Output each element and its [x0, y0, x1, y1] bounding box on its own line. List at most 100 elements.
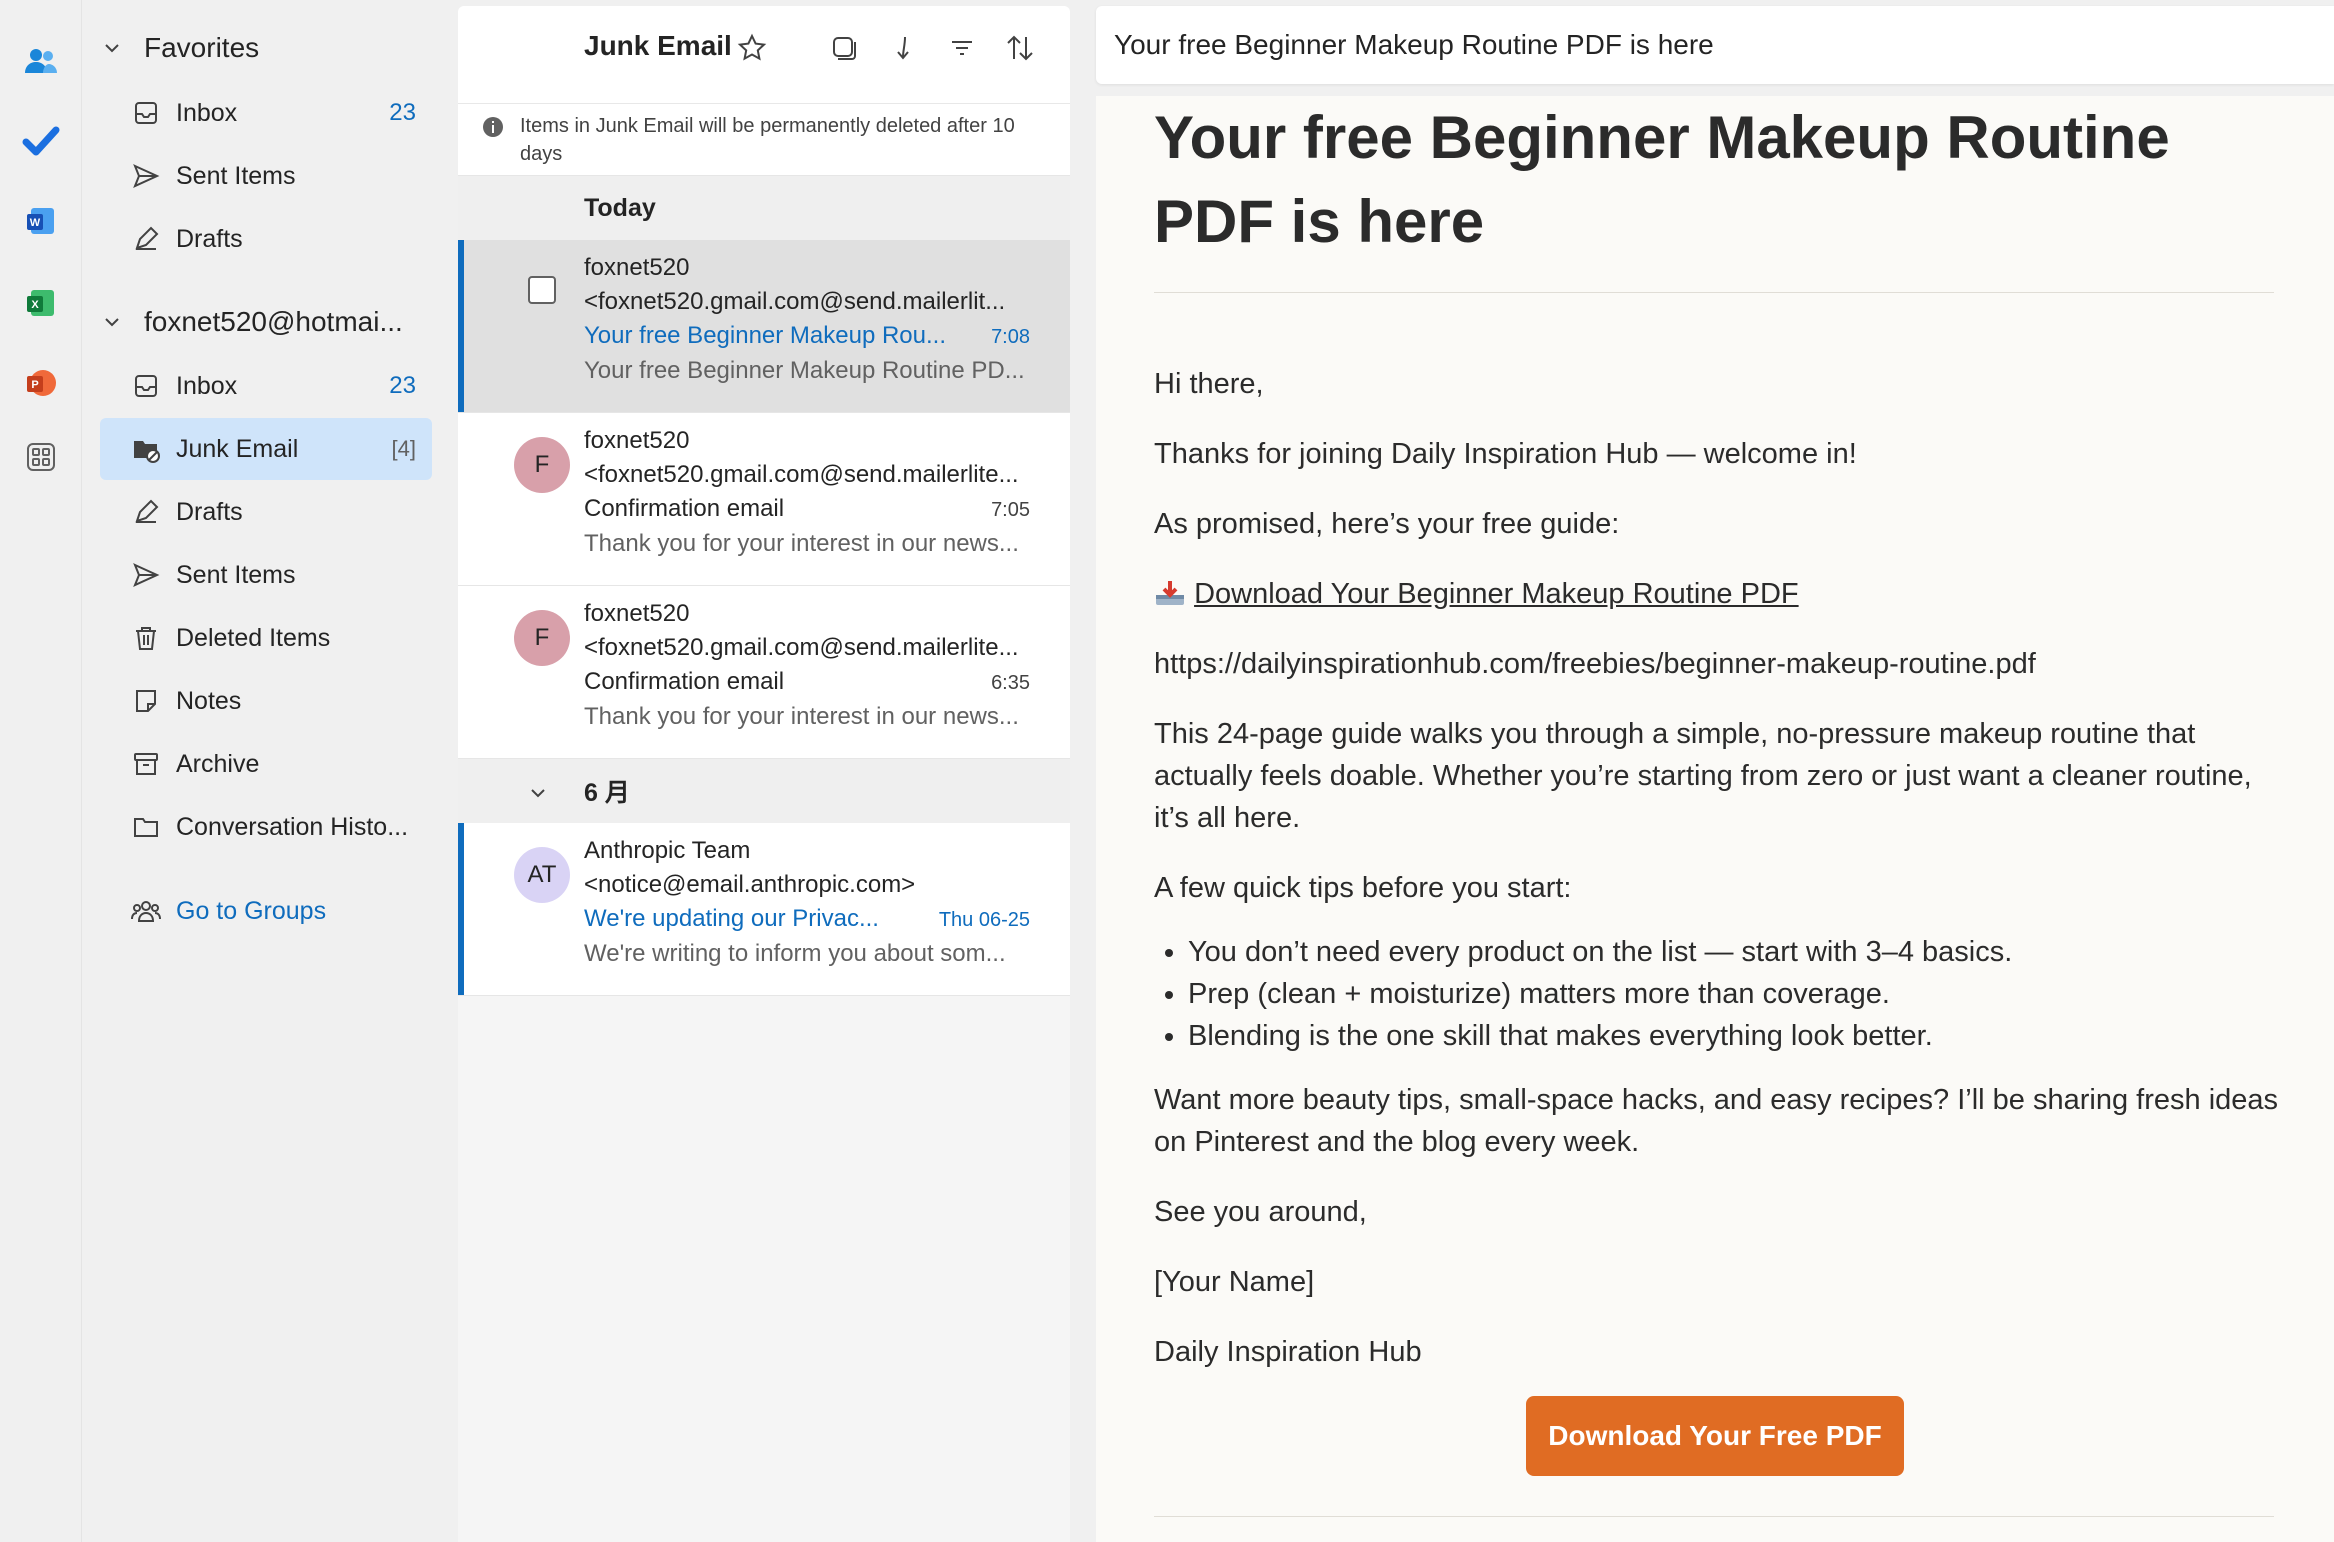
folder-pane: Favorites Inbox 23 Sent Items Drafts fox…	[82, 0, 458, 1542]
pencil-icon	[130, 223, 162, 255]
list-title: Junk Email	[584, 30, 732, 61]
avatar: AT	[514, 847, 570, 903]
folder-label: Inbox	[176, 371, 238, 400]
message-item[interactable]: AT Anthropic Team <notice@email.anthropi…	[458, 823, 1070, 996]
jump-icon[interactable]	[886, 30, 922, 66]
tip-item: You don’t need every product on the list…	[1188, 931, 2334, 973]
inbox-folder[interactable]: Inbox 23	[100, 355, 432, 417]
message-list: Junk Email Items in Junk Email will be p…	[458, 6, 1070, 1542]
info-icon	[482, 116, 504, 146]
tip-item: Prep (clean + moisturize) matters more t…	[1188, 973, 2334, 1015]
message-preview: We're writing to inform you about som...	[584, 940, 1006, 967]
notes-folder[interactable]: Notes	[100, 670, 432, 732]
tip-item: Blending is the one skill that makes eve…	[1188, 1015, 2334, 1057]
section-june[interactable]: 6 月	[458, 759, 1070, 823]
subject-title: Your free Beginner Makeup Routine PDF is…	[1114, 29, 1714, 60]
inbox-icon	[130, 97, 162, 129]
archive-folder[interactable]: Archive	[100, 733, 432, 795]
message-item[interactable]: F foxnet520 <foxnet520.gmail.com@send.ma…	[458, 586, 1070, 759]
message-time: 7:08	[991, 326, 1030, 348]
junk-folder-icon	[130, 433, 162, 465]
folder-label: Archive	[176, 749, 260, 778]
folder-label: Drafts	[176, 497, 243, 526]
section-label: 6 月	[584, 779, 630, 807]
sender-name: foxnet520	[584, 254, 690, 281]
sort-icon[interactable]	[1002, 30, 1038, 66]
filter-icon[interactable]	[944, 30, 980, 66]
signoff: See you around,	[1154, 1196, 1367, 1228]
apps-icon[interactable]	[18, 434, 64, 480]
send-icon	[130, 559, 162, 591]
fav-sent-items[interactable]: Sent Items	[100, 145, 432, 207]
message-preview: Thank you for your interest in our news.…	[584, 530, 1019, 557]
folder-label: Junk Email	[176, 434, 299, 463]
groups-link-label: Go to Groups	[176, 896, 327, 925]
account-label: foxnet520@hotmai...	[144, 306, 403, 337]
body-paragraph: Want more beauty tips, small-space hacks…	[1154, 1084, 2279, 1158]
body-paragraph: This 24-page guide walks you through a s…	[1154, 718, 2252, 834]
section-today: Today	[458, 176, 1070, 240]
folder-label: Conversation Histo...	[176, 812, 409, 841]
svg-text:W: W	[30, 217, 41, 229]
message-time: 6:35	[991, 672, 1030, 694]
sender-name: foxnet520	[584, 427, 690, 454]
trash-icon	[130, 622, 162, 654]
message-time: Thu 06-25	[938, 909, 1030, 931]
folder-icon	[130, 811, 162, 843]
subject-bar: Your free Beginner Makeup Routine PDF is…	[1096, 6, 2334, 84]
select-checkbox[interactable]	[528, 276, 556, 304]
sender-address: <foxnet520.gmail.com@send.mailerlite...	[584, 461, 1019, 488]
signature-name: [Your Name]	[1154, 1266, 1315, 1298]
app-rail: W X P	[0, 0, 82, 1542]
sender-address: <foxnet520.gmail.com@send.mailerlit...	[584, 288, 1006, 315]
star-icon[interactable]	[734, 30, 770, 66]
drafts-folder[interactable]: Drafts	[100, 481, 432, 543]
conversation-history-folder[interactable]: Conversation Histo...	[100, 796, 432, 858]
sent-items-folder[interactable]: Sent Items	[100, 544, 432, 606]
folder-label: Deleted Items	[176, 623, 331, 652]
fav-drafts[interactable]: Drafts	[100, 208, 432, 270]
folder-label: Drafts	[176, 224, 243, 253]
divider	[1154, 1516, 2274, 1517]
junk-notice: Items in Junk Email will be permanently …	[458, 104, 1070, 176]
signature-org: Daily Inspiration Hub	[1154, 1336, 1422, 1368]
select-mode-icon[interactable]	[826, 30, 862, 66]
note-icon	[130, 685, 162, 717]
people-icon[interactable]	[18, 38, 64, 84]
account-header[interactable]: foxnet520@hotmai...	[100, 298, 403, 346]
folder-label: Notes	[176, 686, 242, 715]
powerpoint-icon[interactable]: P	[18, 360, 64, 406]
send-icon	[130, 160, 162, 192]
greeting: Hi there,	[1154, 368, 1264, 400]
message-body: Your free Beginner Makeup Routine PDF is…	[1096, 96, 2334, 1542]
message-item[interactable]: F foxnet520 <foxnet520.gmail.com@send.ma…	[458, 413, 1070, 586]
todo-icon[interactable]	[18, 118, 64, 164]
body-paragraph: Thanks for joining Daily Inspiration Hub…	[1154, 438, 1857, 470]
groups-icon	[130, 895, 162, 927]
message-subject: Confirmation email	[584, 668, 785, 695]
message-time: 7:05	[991, 499, 1030, 521]
divider	[1154, 292, 2274, 293]
archive-icon	[130, 748, 162, 780]
chevron-down-icon	[100, 310, 124, 334]
folder-label: Sent Items	[176, 161, 296, 190]
deleted-items-folder[interactable]: Deleted Items	[100, 607, 432, 669]
email-heading: Your free Beginner Makeup Routine PDF is…	[1154, 104, 2170, 255]
message-item[interactable]: foxnet520 <foxnet520.gmail.com@send.mail…	[458, 240, 1070, 413]
download-pdf-button[interactable]: Download Your Free PDF	[1526, 1396, 1904, 1476]
body-paragraph: As promised, here’s your free guide:	[1154, 508, 1620, 540]
sender-name: Anthropic Team	[584, 837, 751, 864]
svg-text:X: X	[31, 299, 39, 311]
junk-email-folder[interactable]: Junk Email [4]	[100, 418, 432, 480]
reading-pane: Your free Beginner Makeup Routine PDF is…	[1096, 6, 2334, 1542]
section-label: Today	[584, 193, 656, 222]
download-icon	[1154, 578, 1186, 610]
avatar: F	[514, 610, 570, 666]
word-icon[interactable]: W	[18, 198, 64, 244]
go-to-groups-link[interactable]: Go to Groups	[100, 880, 432, 942]
folder-label: Inbox	[176, 98, 238, 127]
excel-icon[interactable]: X	[18, 280, 64, 326]
favorites-header[interactable]: Favorites	[100, 24, 259, 72]
download-link[interactable]: Download Your Beginner Makeup Routine PD…	[1194, 578, 1799, 610]
fav-inbox[interactable]: Inbox 23	[100, 82, 432, 144]
